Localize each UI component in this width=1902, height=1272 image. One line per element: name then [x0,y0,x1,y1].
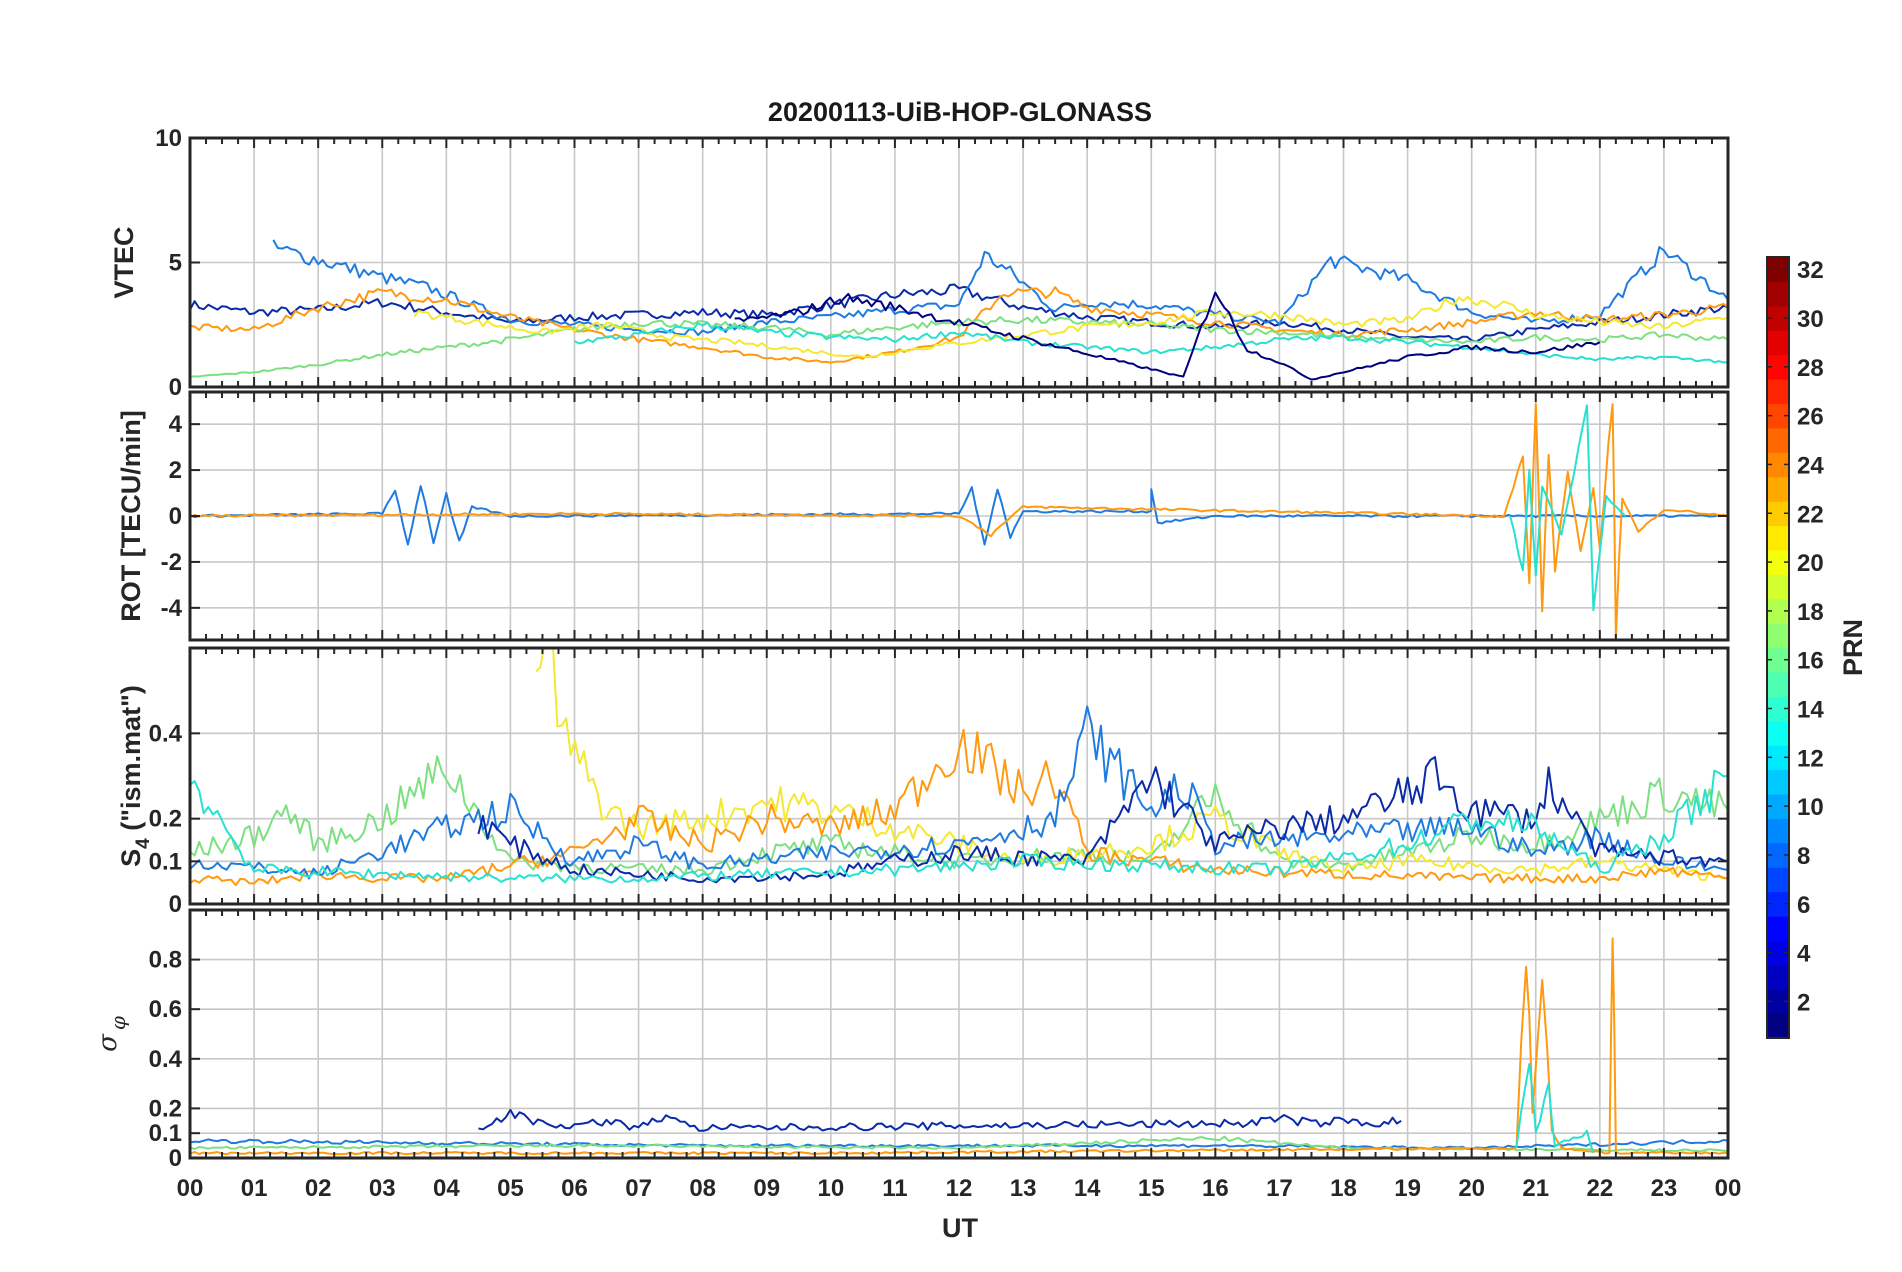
colorbar-label: PRN [1838,619,1868,676]
colorbar-segment [1767,427,1789,453]
y-tick-label: 0.2 [149,1095,182,1122]
x-tick-label: 13 [1010,1175,1037,1202]
colorbar-segment [1767,623,1789,649]
x-axis-label: UT [942,1213,978,1243]
colorbar-tick-label: 22 [1797,501,1824,528]
y-tick-label: -4 [161,595,183,622]
colorbar-segment [1767,281,1789,307]
colorbar: 2468101214161820222426283032PRN [1766,256,1868,1039]
colorbar-segment [1767,867,1789,893]
colorbar-tick-label: 24 [1797,452,1824,479]
colorbar-tick-label: 18 [1797,599,1824,626]
colorbar-tick-label: 14 [1797,697,1824,724]
y-tick-label: 0.4 [149,720,183,747]
panel-s4: 0 0.1 0.2 0.4S4 ("ism.mat") [116,646,1730,918]
x-tick-label: 06 [561,1175,588,1202]
y-tick-label: 4 [169,411,183,438]
colorbar-segment [1767,818,1789,844]
x-tick-label: 18 [1330,1175,1357,1202]
colorbar-segment [1767,671,1789,697]
y-tick-label: 0.6 [149,996,182,1023]
colorbar-segment [1767,476,1789,502]
x-tick-label: 10 [817,1175,844,1202]
y-tick-label: -2 [161,549,182,576]
colorbar-segment [1767,574,1789,600]
x-tick-label: 17 [1266,1175,1293,1202]
y-tick-label: 0.1 [149,1120,182,1147]
x-tick-label: 01 [241,1175,268,1202]
colorbar-tick-label: 28 [1797,355,1824,382]
colorbar-tick-label: 6 [1797,892,1810,919]
series-line [272,239,1728,336]
y-axis-label: ROT [TECU/min] [116,410,146,621]
x-tick-label: 19 [1394,1175,1421,1202]
y-tick-label: 0.8 [149,947,182,974]
colorbar-tick-label: 30 [1797,306,1824,333]
y-tick-label: 0 [169,374,182,401]
y-axis-label: S4 ("ism.mat") [116,685,154,867]
x-tick-label: 00 [1715,1175,1742,1202]
colorbar-tick-label: 4 [1797,941,1811,968]
y-axis-label: σφ [93,1016,130,1052]
x-tick-label: 23 [1651,1175,1678,1202]
colorbar-tick-label: 8 [1797,843,1810,870]
x-tick-label: 22 [1586,1175,1613,1202]
figure: 20200113-UiB-HOP-GLONASS 0510VTEC-4-2024… [93,97,1868,1243]
colorbar-tick-label: 26 [1797,404,1824,431]
y-tick-label: 0 [169,1145,182,1172]
colorbar-tick-label: 12 [1797,745,1824,772]
colorbar-segment [1767,1013,1789,1039]
colorbar-segment [1767,769,1789,795]
colorbar-segment [1767,525,1789,551]
colorbar-segment [1767,379,1789,404]
colorbar-segment [1767,720,1789,746]
y-tick-label: 10 [155,125,182,152]
colorbar-segment [1767,916,1789,941]
x-tick-label: 15 [1138,1175,1165,1202]
panel-rot: -4 -2 0 2 4 ROT [TECU/min] [116,390,1730,642]
x-tick-label: 14 [1074,1175,1101,1202]
colorbar-tick-label: 10 [1797,794,1824,821]
y-tick-label: 0.1 [149,848,182,875]
colorbar-tick-label: 2 [1797,989,1810,1016]
colorbar-segment [1767,330,1789,356]
y-tick-label: 0.2 [149,806,182,833]
chart-title: 20200113-UiB-HOP-GLONASS [768,97,1152,127]
x-tick-label: 16 [1202,1175,1229,1202]
panel-vtec: 0 5 10 VTEC [109,125,1730,401]
x-tick-label: 05 [497,1175,524,1202]
colorbar-segment [1767,964,1789,990]
panel-sigma_phi: 00.10.2 0.4 0.6 0.8 σφ [93,908,1730,1172]
y-tick-label: 0 [169,503,182,530]
plot-panels: 0510VTEC-4-2024ROT [TECU/min]00.10.20.4S… [93,125,1741,1202]
x-tick-label: 04 [433,1175,460,1202]
colorbar-tick-label: 32 [1797,257,1824,284]
x-tick-label: 12 [946,1175,973,1202]
x-tick-label: 09 [753,1175,780,1202]
x-tick-label: 07 [625,1175,652,1202]
colorbar-tick-label: 20 [1797,550,1824,577]
x-tick-label: 08 [689,1175,716,1202]
colorbar-tick-label: 16 [1797,648,1824,675]
y-tick-label: 2 [169,457,182,484]
x-tick-label: 00 [177,1175,204,1202]
y-tick-label: 5 [169,250,182,277]
x-tick-label: 02 [305,1175,332,1202]
x-tick-label: 20 [1458,1175,1485,1202]
series-line [478,1108,1402,1132]
y-axis-label: VTEC [109,226,139,298]
x-tick-label: 21 [1522,1175,1549,1202]
x-tick-label: 11 [882,1175,907,1202]
y-tick-label: 0 [169,891,182,918]
x-tick-label: 03 [369,1175,396,1202]
y-tick-label: 0.4 [149,1046,183,1073]
